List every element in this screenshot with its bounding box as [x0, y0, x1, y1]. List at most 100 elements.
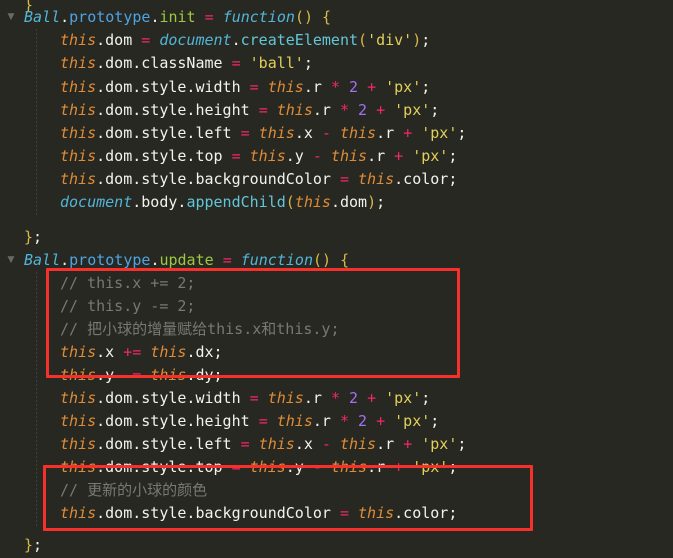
code-line[interactable]: // 把小球的增量赋给this.x和this.y; — [0, 318, 673, 341]
token: = — [231, 458, 241, 476]
token: .r — [303, 78, 331, 96]
token: .color; — [394, 504, 458, 522]
fold-arrow-icon[interactable]: ▼ — [4, 6, 18, 29]
token: ; — [421, 31, 431, 49]
code-line[interactable]: this.dom.style.backgroundColor = this.co… — [0, 502, 673, 525]
token: this — [249, 458, 286, 476]
token: this — [330, 458, 368, 476]
token: + — [376, 412, 386, 430]
code-line-text: this.dom.style.backgroundColor = this.co… — [60, 504, 457, 522]
token: // 更新的小球的颜色 — [60, 481, 208, 499]
code-line[interactable]: this.x += this.dx; — [0, 341, 673, 364]
code-line-text: this.y -= this.dy; — [60, 366, 223, 384]
token: .dom.style.top — [96, 458, 232, 476]
token: = — [240, 124, 250, 142]
token: appendChild — [186, 193, 286, 211]
code-line-text: // this.y -= 2; — [60, 297, 195, 315]
token: . — [60, 8, 70, 26]
fold-arrow-icon[interactable]: ▼ — [4, 249, 18, 272]
token: document — [60, 193, 133, 211]
token: } — [24, 536, 34, 554]
token: ; — [430, 101, 440, 119]
token: this — [294, 193, 331, 211]
token: - — [321, 435, 331, 453]
code-line[interactable]: // this.y -= 2; — [0, 295, 673, 318]
token: = — [204, 8, 214, 26]
code-line[interactable]: this.y -= this.dy; — [0, 364, 673, 387]
code-line-text: this.dom.style.left = this.x - this.r + … — [60, 435, 466, 453]
code-line[interactable]: this.dom.style.backgroundColor = this.co… — [0, 168, 673, 191]
token: this — [60, 54, 97, 72]
code-line[interactable]: this.dom.style.height = this.r * 2 + 'px… — [0, 410, 673, 433]
token: ; — [457, 124, 467, 142]
code-line[interactable]: ▼ Ball.prototype.update = function() { — [0, 249, 673, 272]
token: 2 — [358, 101, 368, 119]
token: this — [60, 504, 97, 522]
token: Ball — [24, 8, 61, 26]
code-line[interactable]: // 更新的小球的颜色 — [0, 479, 673, 502]
token: ; — [457, 435, 467, 453]
token: ) — [412, 31, 422, 49]
code-line-text: }; — [24, 228, 42, 246]
token: = — [222, 251, 232, 269]
token: .dom.className — [96, 54, 232, 72]
token: 'ball' — [249, 54, 304, 72]
token: .dom.style.top — [96, 147, 232, 165]
token: { — [340, 251, 350, 269]
code-line[interactable]: this.dom.style.height = this.r * 2 + 'px… — [0, 99, 673, 122]
code-line[interactable]: // this.x += 2; — [0, 272, 673, 295]
code-line[interactable]: this.dom.className = 'ball'; — [0, 52, 673, 75]
code-line-text: this.dom.style.width = this.r * 2 + 'px'… — [60, 78, 430, 96]
code-line[interactable]: }; — [0, 226, 673, 249]
token: = — [240, 435, 250, 453]
code-line[interactable]: this.dom.style.width = this.r * 2 + 'px'… — [0, 76, 673, 99]
token: ; — [376, 193, 386, 211]
code-line[interactable]: this.dom.style.width = this.r * 2 + 'px'… — [0, 387, 673, 410]
token: = — [141, 31, 151, 49]
token: ; — [421, 78, 431, 96]
code-line[interactable]: this.dom.style.top = this.y - this.r + '… — [0, 145, 673, 168]
token: 'px' — [385, 389, 422, 407]
token: . — [60, 251, 70, 269]
code-line[interactable]: ▼ Ball.prototype.init = function() { — [0, 6, 673, 29]
token: += — [123, 343, 142, 361]
token: function — [222, 8, 295, 26]
token: document — [159, 31, 232, 49]
token: .x — [294, 435, 322, 453]
token: this — [60, 412, 97, 430]
code-line-text: document.body.appendChild(this.dom); — [60, 193, 385, 211]
code-line[interactable]: this.dom.style.left = this.x - this.r + … — [0, 122, 673, 145]
code-line[interactable]: }; — [0, 534, 673, 557]
token: this — [276, 412, 313, 430]
code-line[interactable]: this.dom = document.createElement('div')… — [0, 29, 673, 52]
token: * — [339, 412, 349, 430]
token: .r — [303, 389, 331, 407]
token: // this.y -= 2; — [60, 297, 196, 315]
code-line[interactable]: this.dom.style.top = this.y - this.r + '… — [0, 456, 673, 479]
code-line-text: this.dom.style.width = this.r * 2 + 'px'… — [60, 389, 430, 407]
code-line[interactable]: this.dom.style.left = this.x - this.r + … — [0, 433, 673, 456]
token: . — [231, 31, 241, 49]
token: .r — [312, 412, 340, 430]
code-editor[interactable]: } ▼ Ball.prototype.init = function() {this… — [0, 0, 673, 558]
code-line-text: this.dom = document.createElement('div')… — [60, 31, 430, 49]
token: this — [60, 124, 97, 142]
token: ; — [448, 147, 458, 165]
code-line[interactable]: document.body.appendChild(this.dom); — [0, 191, 673, 214]
